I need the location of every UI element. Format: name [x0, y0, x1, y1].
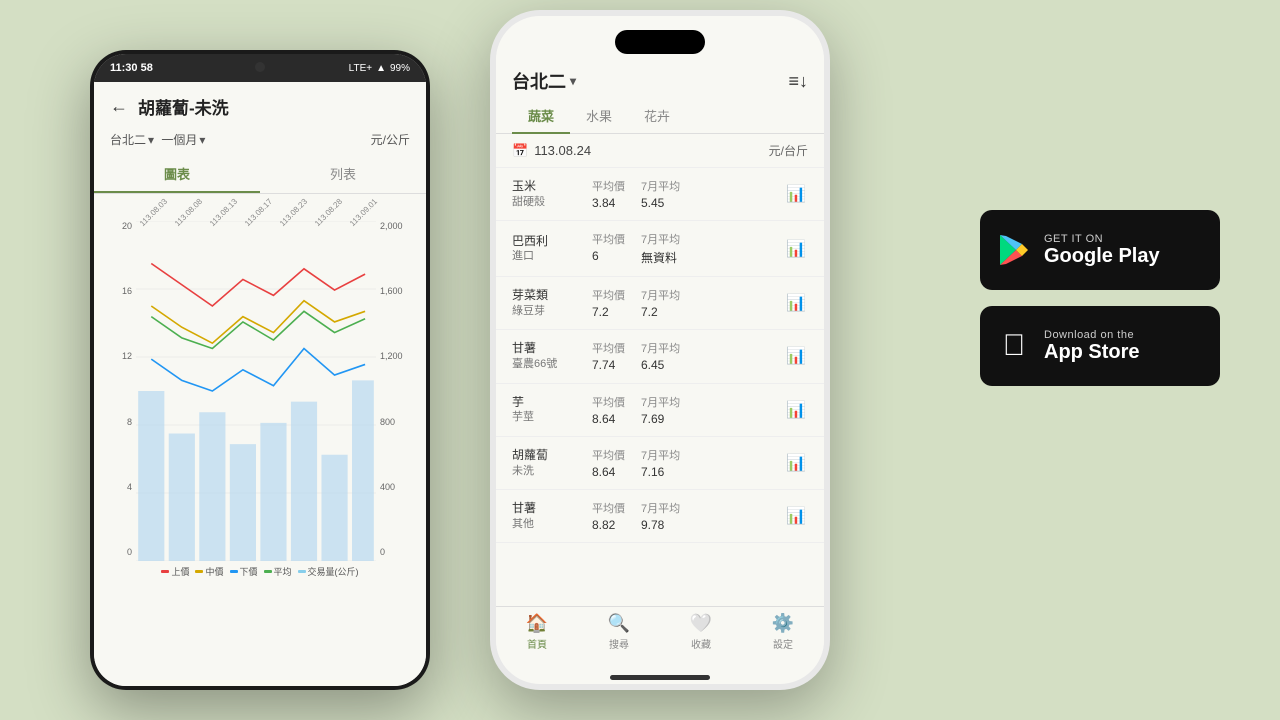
product-prices: 平均價 7.2 7月平均 7.2 — [592, 287, 784, 319]
chevron-down-icon[interactable]: ▾ — [570, 74, 576, 88]
product-name: 玉米 甜硬殼 — [512, 178, 592, 210]
status-time: 11:30 58 — [110, 62, 153, 74]
product-name: 甘薯 其他 — [512, 500, 592, 532]
tab-flowers[interactable]: 花卉 — [628, 98, 686, 133]
tab-vegetables[interactable]: 蔬菜 — [512, 98, 570, 133]
store-badges: GET IT ON Google Play  Download on the … — [980, 210, 1220, 386]
chart-canvas: 201612840 — [106, 221, 414, 561]
chart-icon[interactable]: 📊 — [784, 184, 808, 204]
google-play-badge[interactable]: GET IT ON Google Play — [980, 210, 1220, 290]
android-phone: 11:30 58 LTE+ ▲ 99% ← 胡蘿蔔-未洗 台北二 ▾ 一個月 ▾ — [90, 50, 430, 690]
product-row[interactable]: 胡蘿蔔 未洗 平均價 8.64 7月平均 7.16 📊 — [496, 437, 824, 490]
product-row[interactable]: 芋 芋莖 平均價 8.64 7月平均 7.69 📊 — [496, 384, 824, 437]
chart-icon[interactable]: 📊 — [784, 453, 808, 473]
google-play-text: GET IT ON Google Play — [1044, 233, 1160, 268]
market-title: 台北二 ▾ — [512, 68, 576, 94]
nav-favorites[interactable]: 🤍 收藏 — [660, 613, 742, 651]
chart-plot — [136, 221, 376, 561]
location-selector[interactable]: 台北二 ▾ 一個月 ▾ — [110, 131, 205, 148]
unit-display: 元/台斤 — [769, 142, 808, 159]
product-list: 玉米 甜硬殼 平均價 3.84 7月平均 5.45 📊 — [496, 168, 824, 606]
tab-chart[interactable]: 圖表 — [94, 156, 260, 193]
iphone: 台北二 ▾ ≡↓ 蔬菜 水果 花卉 📅 113.08.24 元/台斤 — [490, 10, 830, 690]
chart-icon[interactable]: 📊 — [784, 346, 808, 366]
product-row[interactable]: 甘薯 臺農66號 平均價 7.74 7月平均 6.45 📊 — [496, 330, 824, 383]
back-button[interactable]: ← — [110, 96, 128, 117]
page-title: 胡蘿蔔-未洗 — [138, 94, 229, 119]
google-play-icon — [996, 232, 1032, 268]
chart-icon[interactable]: 📊 — [784, 293, 808, 313]
iphone-tab-bar: 蔬菜 水果 花卉 — [496, 98, 824, 134]
date-display: 📅 113.08.24 — [512, 143, 591, 159]
app-store-text: Download on the App Store — [1044, 329, 1140, 364]
product-row[interactable]: 甘薯 其他 平均價 8.82 7月平均 9.78 📊 — [496, 490, 824, 543]
app-store-badge[interactable]:  Download on the App Store — [980, 306, 1220, 386]
dynamic-island — [615, 30, 705, 54]
heart-icon: 🤍 — [690, 613, 712, 634]
bottom-nav: 🏠 首頁 🔍 搜尋 🤍 收藏 ⚙️ 設定 — [496, 606, 824, 671]
app-header: ← 胡蘿蔔-未洗 — [94, 82, 426, 127]
chart-icon[interactable]: 📊 — [784, 239, 808, 259]
chart-icon[interactable]: 📊 — [784, 400, 808, 420]
status-icons: LTE+ ▲ 99% — [349, 63, 410, 74]
tab-list[interactable]: 列表 — [260, 156, 426, 193]
product-prices: 平均價 8.64 7月平均 7.69 — [592, 394, 784, 426]
gear-icon: ⚙️ — [772, 613, 794, 634]
product-name: 巴西利 進口 — [512, 233, 592, 265]
legend-avg: 平均 — [264, 565, 292, 578]
y-axis-left: 201612840 — [106, 221, 136, 561]
product-row[interactable]: 巴西利 進口 平均價 6 7月平均 無資料 📊 — [496, 221, 824, 277]
search-icon: 🔍 — [608, 613, 630, 634]
chart-tab-bar: 圖表 列表 — [94, 156, 426, 194]
nav-search[interactable]: 🔍 搜尋 — [578, 613, 660, 651]
product-prices: 平均價 8.64 7月平均 7.16 — [592, 447, 784, 479]
menu-icon[interactable]: ≡↓ — [788, 71, 808, 92]
product-name: 芽菜類 綠豆芽 — [512, 287, 592, 319]
legend-mid: 中價 — [195, 565, 223, 578]
camera-cutout — [255, 62, 265, 72]
product-row[interactable]: 玉米 甜硬殼 平均價 3.84 7月平均 5.45 📊 — [496, 168, 824, 221]
legend-upper: 上價 — [161, 565, 189, 578]
product-prices: 平均價 6 7月平均 無資料 — [592, 231, 784, 266]
product-name: 芋 芋莖 — [512, 394, 592, 426]
product-prices: 平均價 3.84 7月平均 5.45 — [592, 178, 784, 210]
product-prices: 平均價 8.82 7月平均 9.78 — [592, 500, 784, 532]
legend-lower: 下價 — [230, 565, 258, 578]
chart-icon[interactable]: 📊 — [784, 506, 808, 526]
legend-volume: 交易量(公斤) — [298, 565, 359, 578]
apple-icon:  — [996, 328, 1032, 364]
y-axis-right: 2,0001,6001,2008004000 — [376, 221, 414, 561]
nav-home[interactable]: 🏠 首頁 — [496, 613, 578, 651]
chart-legend: 上價 中價 下價 平均 — [106, 561, 414, 582]
date-row: 📅 113.08.24 元/台斤 — [496, 134, 824, 168]
iphone-top-bar: 台北二 ▾ ≡↓ — [496, 60, 824, 98]
product-row[interactable]: 芽菜類 綠豆芽 平均價 7.2 7月平均 7.2 📊 — [496, 277, 824, 330]
product-name: 胡蘿蔔 未洗 — [512, 447, 592, 479]
product-name: 甘薯 臺農66號 — [512, 340, 592, 372]
tab-fruits[interactable]: 水果 — [570, 98, 628, 133]
notch-bar — [496, 16, 824, 60]
sub-header: 台北二 ▾ 一個月 ▾ 元/公斤 — [94, 127, 426, 156]
nav-settings[interactable]: ⚙️ 設定 — [742, 613, 824, 651]
home-indicator — [610, 675, 710, 680]
chart-date-labels: 113.08.03 113.08.08 113.08.13 113.08.17 … — [106, 202, 414, 217]
chart-area: 113.08.03 113.08.08 113.08.13 113.08.17 … — [94, 194, 426, 686]
product-prices: 平均價 7.74 7月平均 6.45 — [592, 340, 784, 372]
home-icon: 🏠 — [526, 613, 548, 634]
